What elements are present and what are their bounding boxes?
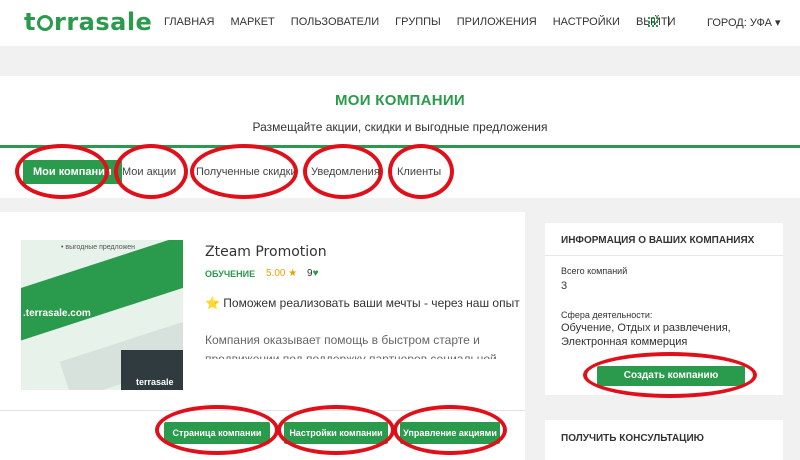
company-name[interactable]: Zteam Promotion	[205, 244, 327, 260]
company-page-button[interactable]: Страница компании	[164, 422, 270, 444]
image-logo-text: terrasale	[136, 377, 174, 387]
create-company-button[interactable]: Создать компанию	[597, 366, 745, 386]
tab-notifications[interactable]: Уведомления	[311, 160, 380, 184]
image-caption-top: • выгодные предложен	[61, 244, 136, 251]
header-separator: |	[667, 15, 670, 27]
city-selector[interactable]: ГОРОД: УФА ▾	[707, 16, 781, 29]
tab-my-promotions[interactable]: Мои акции	[122, 160, 176, 184]
company-settings-button[interactable]: Настройки компании	[284, 422, 388, 444]
company-description: Компания оказывает помощь в быстром стар…	[205, 333, 497, 359]
tab-my-companies[interactable]: Мои компании	[23, 160, 122, 184]
company-slogan: ⭐ Поможем реализовать ваши мечты - через…	[205, 296, 520, 310]
page-title: МОИ КОМПАНИИ	[334, 92, 466, 109]
tab-received-discounts[interactable]: Полученные скидки	[196, 160, 297, 184]
tab-clients[interactable]: Клиенты	[397, 160, 441, 184]
top-header: t rrasale ГЛАВНАЯ МАРКЕТ ПОЛЬЗОВАТЕЛИ ГРУ…	[0, 0, 800, 46]
heart-icon: ♥	[312, 268, 319, 279]
main-nav: ГЛАВНАЯ МАРКЕТ ПОЛЬЗОВАТЕЛИ ГРУППЫ ПРИЛО…	[164, 16, 692, 28]
card-divider	[0, 410, 525, 411]
star-icon: ⭐	[205, 296, 220, 310]
logo-text-end: rrasale	[53, 8, 153, 36]
page-banner: МОИ КОМПАНИИ Размещайте акции, скидки и …	[0, 76, 800, 146]
nav-item-apps[interactable]: ПРИЛОЖЕНИЯ	[457, 16, 537, 28]
company-rating: 5.00 ★	[266, 268, 298, 279]
company-likes: 9♥	[307, 268, 319, 279]
sphere-label: Сфера деятельности:	[561, 310, 653, 320]
sphere-value: Обучение, Отдых и развлечения, Электронн…	[561, 322, 731, 348]
manage-promotions-button[interactable]: Управление акциями	[400, 422, 500, 444]
logo-text-start: t	[24, 8, 36, 36]
nav-item-groups[interactable]: ГРУППЫ	[395, 16, 441, 28]
terrasale-logo[interactable]: t rrasale	[24, 8, 152, 36]
nav-item-settings[interactable]: НАСТРОЙКИ	[553, 16, 620, 28]
total-companies-label: Всего компаний	[561, 266, 628, 276]
nav-item-users[interactable]: ПОЛЬЗОВАТЕЛИ	[291, 16, 379, 28]
panel-divider	[545, 255, 783, 256]
page-subtitle: Размещайте акции, скидки и выгодные пред…	[252, 120, 548, 134]
consultation-title[interactable]: ПОЛУЧИТЬ КОНСУЛЬТАЦИЮ	[561, 433, 704, 444]
company-image[interactable]: • выгодные предложен .terrasale.com terr…	[21, 240, 183, 390]
logo-ring-icon	[36, 15, 53, 31]
apps-grid-icon[interactable]	[648, 17, 658, 27]
slogan-text: Поможем реализовать ваши мечты - через н…	[223, 296, 520, 310]
company-category: ОБУЧЕНИЕ	[205, 269, 256, 279]
companies-info-title: ИНФОРМАЦИЯ О ВАШИХ КОМПАНИЯХ	[561, 235, 755, 246]
nav-item-market[interactable]: МАРКЕТ	[230, 16, 274, 28]
total-companies-value: 3	[561, 280, 568, 292]
nav-item-home[interactable]: ГЛАВНАЯ	[164, 16, 214, 28]
image-url-text: .terrasale.com	[23, 308, 91, 319]
